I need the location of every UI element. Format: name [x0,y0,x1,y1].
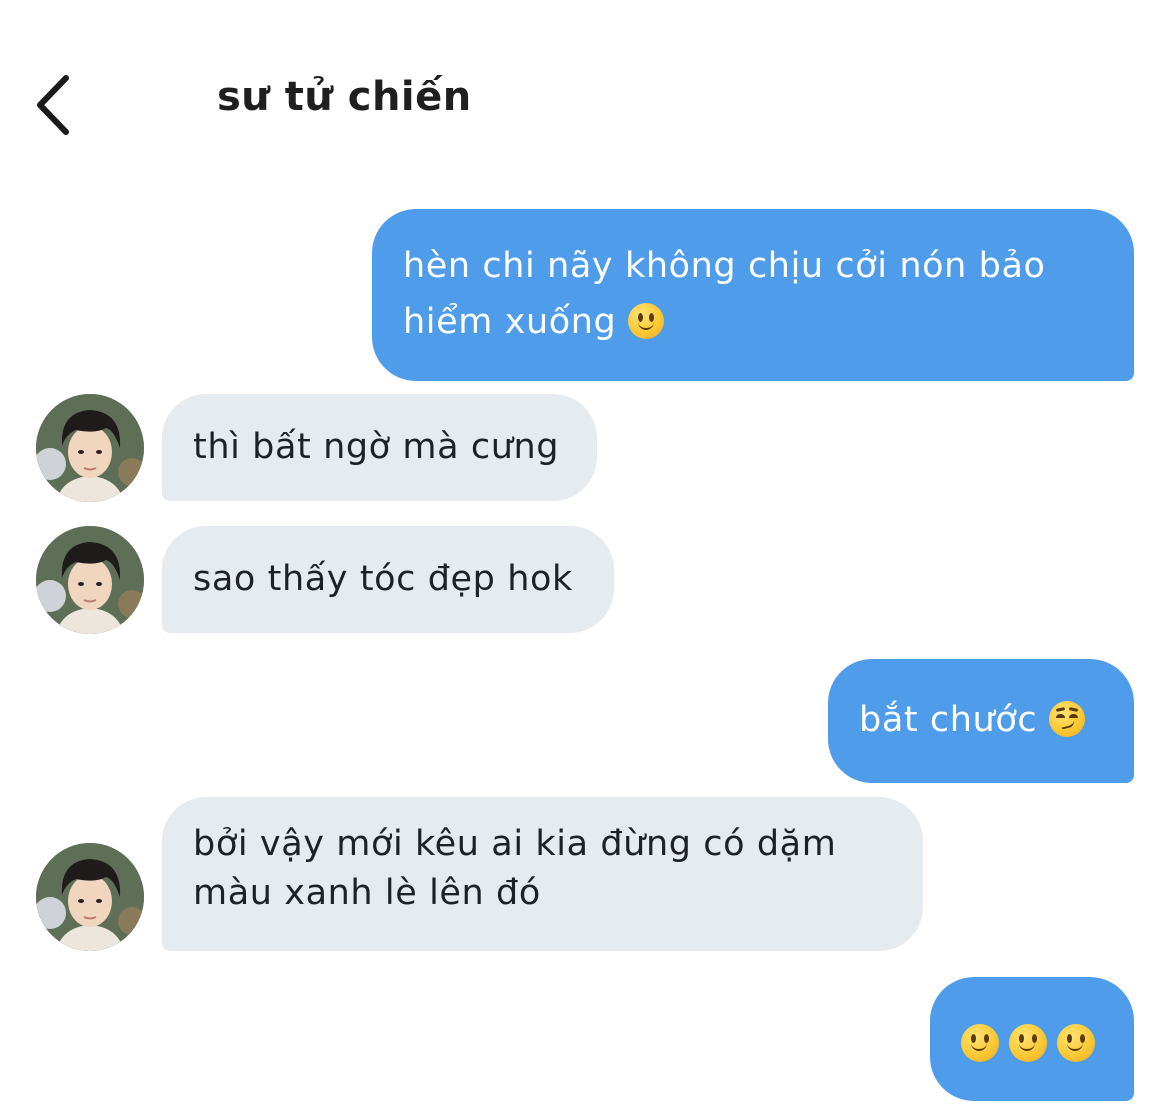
avatar[interactable] [36,526,144,634]
message-text: thì bất ngờ mà cưng [193,427,560,467]
message-text: hiểm xuống [403,302,617,342]
avatar[interactable] [36,394,144,502]
message-text: sao thấy tóc đẹp hok [193,559,573,599]
avatar-photo [36,843,144,951]
message-bubble-incoming[interactable]: bởi vậy mới kêu ai kia đừng có dặm màu x… [162,797,923,951]
message-text-line: hiểm xuống [403,294,1104,350]
avatar-photo [36,394,144,502]
message-text-line: hèn chi nãy không chịu cởi nón bảo [403,246,1046,286]
slightly-smiling-face-icon [628,303,665,339]
message-text-line: bởi vậy mới kêu ai kia đừng có dặm [193,824,837,864]
back-button[interactable] [30,60,110,150]
message-text-line: màu xanh lè lên đó [193,873,541,913]
chat-header: sư tử chiến [0,0,1169,200]
avatar-photo [36,526,144,634]
smirking-face-icon [1048,701,1085,737]
message-bubble-outgoing[interactable]: bắt chước [828,659,1134,783]
message-bubble-incoming[interactable]: thì bất ngờ mà cưng [162,394,597,501]
message-text: bắt chước [859,700,1038,740]
slightly-smiling-face-icon [1009,1024,1047,1062]
message-bubble-outgoing[interactable] [930,977,1134,1101]
message-bubble-outgoing[interactable]: hèn chi nãy không chịu cởi nón bảo hiểm … [372,209,1134,381]
chevron-left-icon [37,75,69,135]
slightly-smiling-face-icon [1057,1024,1095,1062]
message-bubble-incoming[interactable]: sao thấy tóc đẹp hok [162,526,614,633]
contact-name: sư tử chiến [217,74,472,120]
slightly-smiling-face-icon [961,1024,999,1062]
avatar[interactable] [36,843,144,951]
